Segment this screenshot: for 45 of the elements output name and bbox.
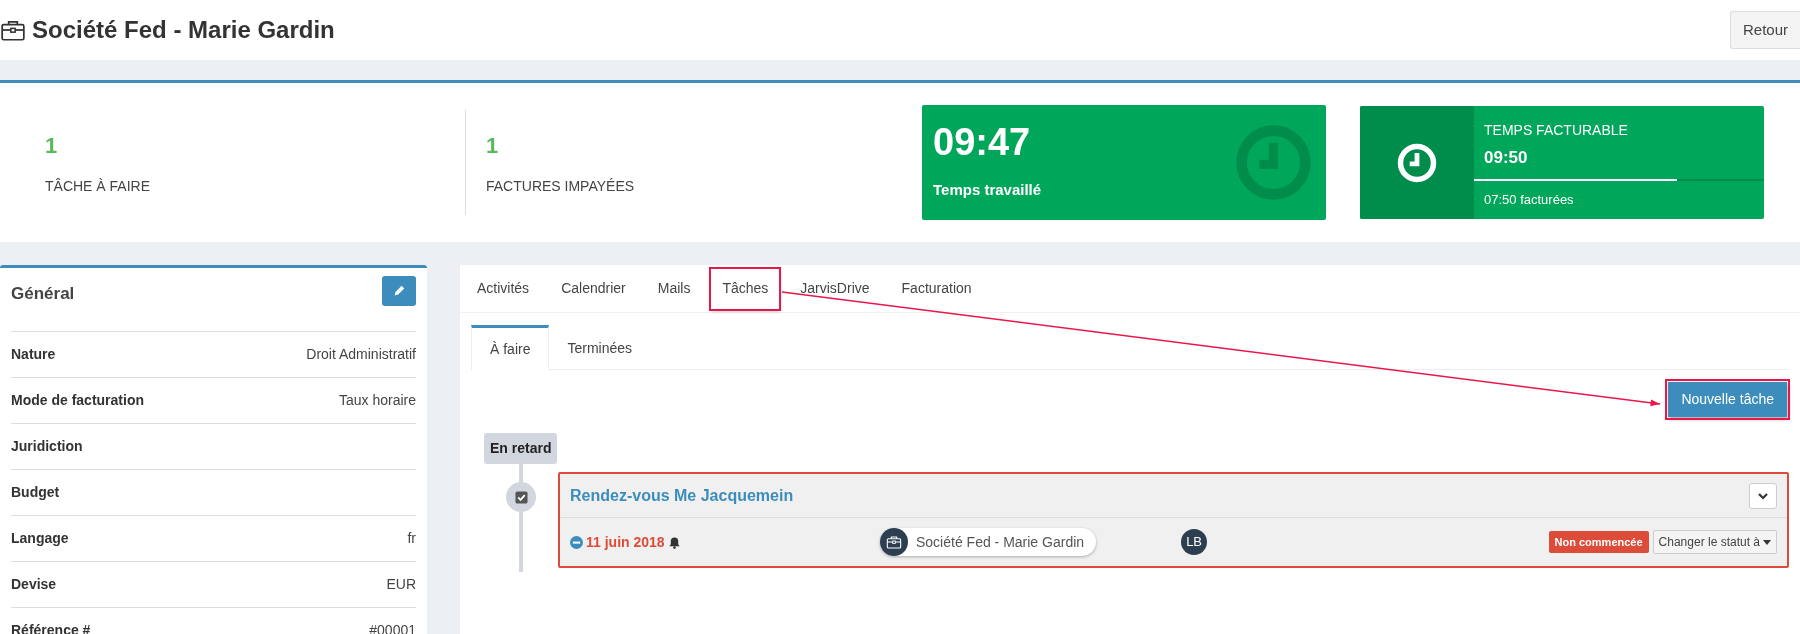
briefcase-icon (886, 534, 902, 550)
field-value: EUR (386, 575, 416, 594)
edit-button[interactable] (382, 276, 416, 306)
billable-time-title: TEMPS FACTURABLE (1483, 121, 1628, 140)
page-title: Société Fed - Marie Gardin (32, 15, 335, 45)
client-chip[interactable]: Société Fed - Marie Gardin (880, 528, 1097, 556)
field-label: Devise (11, 575, 57, 594)
field-label: Langage (11, 529, 69, 548)
subtab[interactable]: Terminées (549, 325, 651, 369)
expand-button[interactable] (1749, 482, 1777, 509)
worked-time-value: 09:47 (933, 123, 1032, 162)
stat-label: TÂCHE À FAIRE (45, 176, 152, 196)
tab[interactable]: Facturation (890, 268, 983, 309)
task-date: 11 juin 2018 (586, 532, 665, 552)
check-box-icon (514, 490, 528, 504)
billable-time-footer: 07:50 facturées (1474, 189, 1574, 209)
back-button[interactable]: Retour (1729, 11, 1800, 49)
subtab[interactable]: À faire (471, 325, 550, 370)
field-value: Taux horaire (338, 391, 416, 410)
status-dropdown[interactable]: Changer le statut à (1652, 530, 1777, 554)
new-task-button[interactable]: Nouvelle tâche (1668, 382, 1787, 417)
caret-icon (1763, 539, 1771, 545)
field-label: Juridiction (11, 437, 83, 456)
field-value: Droit Administratif (306, 345, 416, 364)
minus-circle-icon (570, 535, 583, 549)
worked-time-label: Temps travaillé (933, 180, 1042, 201)
assignee-avatar: LB (1181, 529, 1208, 555)
field-label: Nature (11, 345, 56, 364)
pencil-icon (392, 284, 406, 298)
tab[interactable]: Calendrier (550, 268, 637, 309)
field-label: Budget (11, 483, 60, 502)
billable-time-value: 09:50 (1483, 147, 1528, 169)
tab[interactable]: JarvisDrive (789, 268, 881, 309)
tab[interactable]: Mails (646, 268, 702, 309)
tab[interactable]: Activités (466, 268, 541, 309)
client-name: Société Fed - Marie Gardin (916, 532, 1085, 552)
field-value: fr (407, 529, 416, 548)
status-badge: Non commencée (1548, 530, 1649, 554)
stat-value: 1 (45, 131, 59, 160)
tab[interactable]: Tâches (711, 268, 780, 309)
panel-title: Général (11, 283, 75, 305)
stat-value: 1 (486, 131, 500, 160)
timeline-label: En retard (484, 433, 558, 464)
stat-label: FACTURES IMPAYÉES (486, 176, 636, 196)
field-label: Mode de facturation (11, 391, 144, 410)
